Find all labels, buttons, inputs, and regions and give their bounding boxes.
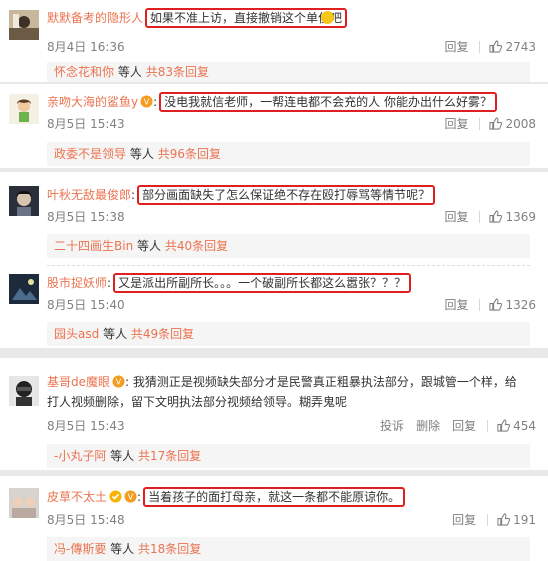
- emoji-icon: [321, 11, 335, 24]
- like-icon[interactable]: [489, 298, 503, 311]
- comment-actions: 投诉 删除 回复 454: [368, 417, 536, 434]
- svg-text:V: V: [128, 493, 134, 502]
- vip-badge-icon: V: [140, 95, 153, 108]
- reply-summary-text: 等人: [129, 147, 154, 161]
- view-replies-link[interactable]: 共83条回复: [146, 65, 209, 79]
- comment-text: 如果不准上访，直接撤销这个单位吧: [145, 8, 348, 28]
- verified-badge-icon: [109, 490, 122, 503]
- comment-card: 亲吻大海的鲨鱼y V: 没电我就信老师，一帮连电都不会充的人 你能办出什么好雾？ 8…: [0, 84, 548, 168]
- vip-badge-icon: V: [124, 490, 137, 503]
- reply-summary-text: 等人: [137, 239, 162, 253]
- reply-summary: 政委不是领导 等人 共96条回复: [47, 142, 530, 166]
- view-replies-link[interactable]: 共96条回复: [158, 147, 221, 161]
- like-count: 191: [513, 513, 536, 527]
- avatar[interactable]: [9, 186, 39, 216]
- comment-time: 8月5日 15:43: [47, 117, 125, 131]
- comment-actions: 回复 1326: [432, 296, 536, 313]
- divider: [479, 299, 481, 311]
- like-icon[interactable]: [489, 117, 503, 130]
- view-replies-link[interactable]: 共17条回复: [138, 449, 201, 463]
- like-count: 2743: [505, 40, 536, 54]
- avatar[interactable]: [9, 10, 39, 40]
- reply-summary-text: 等人: [103, 327, 128, 341]
- avatar[interactable]: [9, 274, 39, 304]
- reply-summary-text: 等人: [117, 65, 142, 79]
- divider: [479, 211, 481, 223]
- comment-actions: 回复 191: [440, 511, 536, 528]
- username-link[interactable]: 默默备考的隐形人: [47, 11, 143, 25]
- reply-summary: 怀念花和你 等人 共83条回复: [47, 62, 530, 82]
- comment-time: 8月4日 16:36: [47, 40, 125, 54]
- avatar[interactable]: [9, 376, 39, 406]
- reply-user-link[interactable]: 园头asd: [54, 327, 99, 341]
- like-icon[interactable]: [497, 419, 511, 432]
- like-count: 1369: [505, 210, 536, 224]
- reply-button[interactable]: 回复: [444, 117, 468, 131]
- reply-button[interactable]: 回复: [444, 40, 468, 54]
- comment-actions: 回复 2743: [432, 38, 536, 55]
- reply-summary-text: 等人: [110, 542, 135, 556]
- divider: [479, 41, 481, 53]
- reply-summary: 冯-傳斯要 等人 共18条回复: [47, 537, 530, 561]
- comment-line: 叶秋无敌最俊郎: 部分画面缺失了怎么保证绝不存在殴打辱骂等情节呢？: [47, 185, 436, 205]
- comment-line: 亲吻大海的鲨鱼y V: 没电我就信老师，一帮连电都不会充的人 你能办出什么好雾？: [47, 92, 497, 112]
- delete-button[interactable]: 删除: [416, 419, 440, 433]
- username-link[interactable]: 股市捉妖师: [47, 276, 107, 290]
- avatar[interactable]: [9, 94, 39, 124]
- like-count: 2008: [505, 117, 536, 131]
- view-replies-link[interactable]: 共49条回复: [131, 327, 194, 341]
- comment-line: 皮草不太土 V: 当着孩子的面打母亲，就这一条都不能原谅你。: [47, 487, 406, 507]
- comment-line: 股市捉妖师: 又是派出所副所长。。。一个破副所长都这么嚣张？？？: [47, 273, 412, 293]
- username-link[interactable]: 叶秋无敌最俊郎: [47, 188, 131, 202]
- divider: [479, 118, 481, 130]
- reply-summary: 二十四画生Bin 等人 共40条回复: [47, 234, 530, 258]
- comment-text: 又是派出所副所长。。。一个破副所长都这么嚣张？？？: [113, 273, 412, 293]
- vip-badge-icon: V: [112, 375, 125, 388]
- comment-time: 8月5日 15:43: [47, 419, 125, 433]
- like-count: 454: [513, 419, 536, 433]
- like-icon[interactable]: [489, 210, 503, 223]
- comment-actions: 回复 1369: [432, 208, 536, 225]
- comment-card: 叶秋无敌最俊郎: 部分画面缺失了怎么保证绝不存在殴打辱骂等情节呢？ 8月5日 15…: [0, 172, 548, 348]
- reply-button[interactable]: 回复: [452, 513, 476, 527]
- like-count: 1326: [505, 298, 536, 312]
- comment-text: 当着孩子的面打母亲，就这一条都不能原谅你。: [143, 487, 406, 507]
- svg-text:V: V: [144, 98, 150, 107]
- comment-text: 没电我就信老师，一帮连电都不会充的人 你能办出什么好雾？: [159, 92, 497, 112]
- report-button[interactable]: 投诉: [380, 419, 404, 433]
- svg-text:V: V: [116, 378, 122, 387]
- username-link[interactable]: 皮草不太土: [47, 490, 107, 504]
- reply-summary: -小丸子阿 等人 共17条回复: [47, 444, 530, 468]
- comment-actions: 回复 2008: [432, 115, 536, 132]
- reply-user-link[interactable]: 二十四画生Bin: [54, 239, 133, 253]
- reply-user-link[interactable]: -小丸子阿: [54, 449, 106, 463]
- comment-line: 默默备考的隐形人 如果不准上访，直接撤销这个单位吧: [47, 8, 348, 28]
- comment-text: 部分画面缺失了怎么保证绝不存在殴打辱骂等情节呢？: [137, 185, 436, 205]
- divider: [487, 514, 489, 526]
- reply-summary: 园头asd 等人 共49条回复: [47, 322, 530, 346]
- comment-time: 8月5日 15:40: [47, 298, 125, 312]
- view-replies-link[interactable]: 共40条回复: [165, 239, 228, 253]
- reply-summary-text: 等人: [110, 449, 135, 463]
- username-link[interactable]: 亲吻大海的鲨鱼y: [47, 95, 138, 109]
- comment-card: 基哥de魔眼 V: 我猜测正是视频缺失部分才是民警真正粗暴执法部分，跟城管一个样，…: [0, 358, 548, 470]
- comment-time: 8月5日 15:38: [47, 210, 125, 224]
- comment-line: 基哥de魔眼 V: 我猜测正是视频缺失部分才是民警真正粗暴执法部分，跟城管一个样，…: [47, 375, 517, 409]
- reply-user-link[interactable]: 怀念花和你: [54, 65, 114, 79]
- view-replies-link[interactable]: 共18条回复: [138, 542, 201, 556]
- comment-card: 皮草不太土 V: 当着孩子的面打母亲，就这一条都不能原谅你。 8月5日 15:48 …: [0, 476, 548, 561]
- like-icon[interactable]: [489, 40, 503, 53]
- reply-button[interactable]: 回复: [444, 210, 468, 224]
- reply-button[interactable]: 回复: [444, 298, 468, 312]
- comment-time: 8月5日 15:48: [47, 513, 125, 527]
- comment-card: 默默备考的隐形人 如果不准上访，直接撤销这个单位吧 8月4日 16:36 回复 27…: [0, 0, 548, 82]
- reply-button[interactable]: 回复: [452, 419, 476, 433]
- divider: [47, 265, 530, 266]
- avatar[interactable]: [9, 488, 39, 518]
- reply-user-link[interactable]: 冯-傳斯要: [54, 542, 106, 556]
- username-link[interactable]: 基哥de魔眼: [47, 375, 110, 389]
- divider: [487, 420, 489, 432]
- reply-user-link[interactable]: 政委不是领导: [54, 147, 126, 161]
- like-icon[interactable]: [497, 513, 511, 526]
